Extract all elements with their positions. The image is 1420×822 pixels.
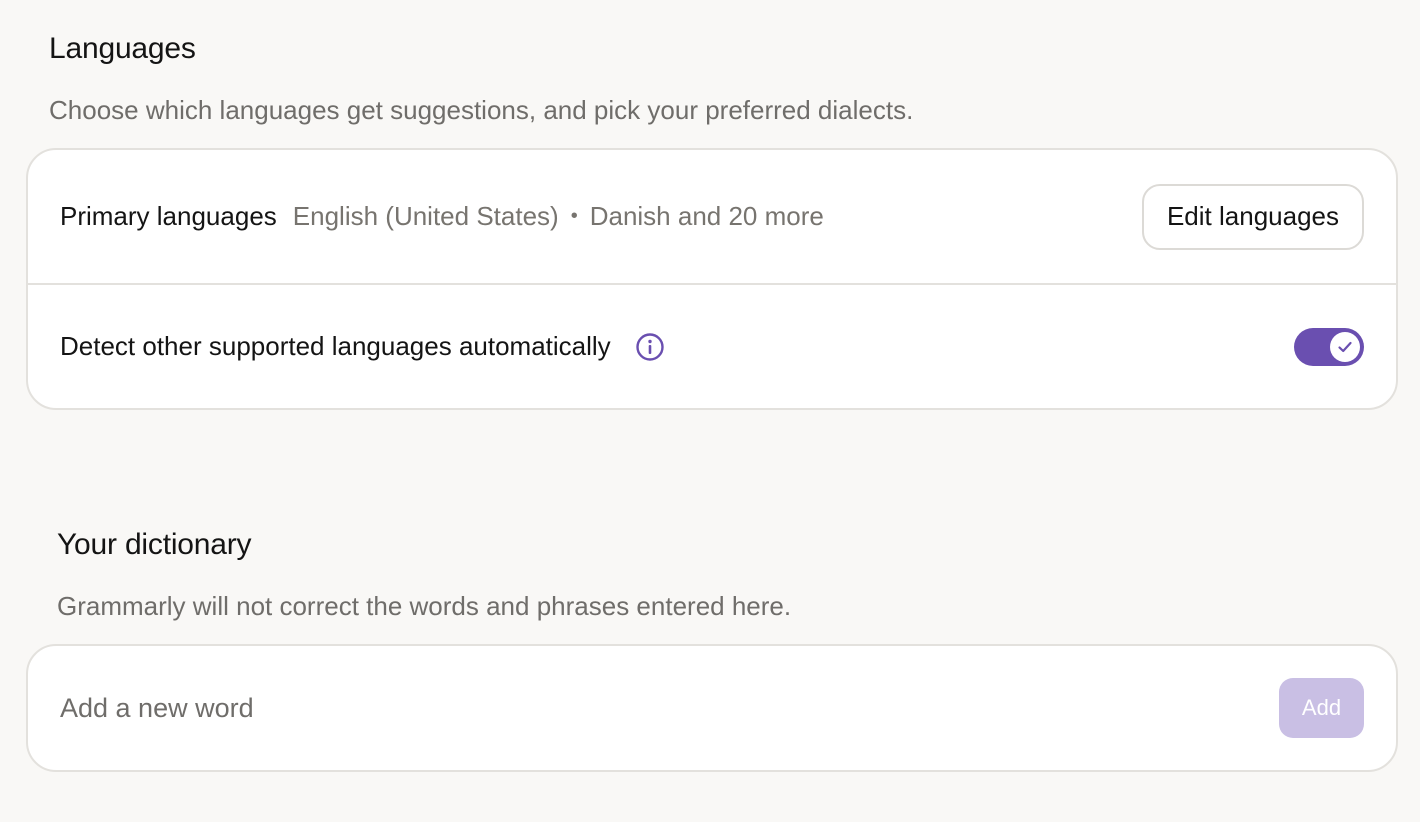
- languages-card: Primary languages English (United States…: [26, 148, 1398, 410]
- languages-title: Languages: [49, 32, 196, 65]
- toggle-knob: [1330, 331, 1360, 362]
- add-word-input[interactable]: [60, 692, 1279, 724]
- edit-languages-button[interactable]: Edit languages: [1141, 183, 1364, 250]
- detect-languages-row: Detect other supported languages automat…: [28, 283, 1396, 408]
- info-icon[interactable]: [635, 332, 665, 362]
- checkmark-icon: [1338, 341, 1352, 352]
- add-word-button[interactable]: Add: [1279, 678, 1364, 738]
- languages-subtitle: Choose which languages get suggestions, …: [49, 95, 914, 125]
- detect-languages-label: Detect other supported languages automat…: [60, 331, 611, 361]
- detect-languages-toggle[interactable]: [1294, 327, 1364, 366]
- separator-dot: •: [570, 205, 578, 227]
- additional-languages-value: Danish and 20 more: [589, 201, 824, 231]
- dictionary-card: Add: [26, 644, 1398, 772]
- primary-languages-label: Primary languages: [60, 201, 277, 231]
- add-word-row: Add: [28, 646, 1396, 770]
- dictionary-title: Your dictionary: [57, 528, 252, 561]
- primary-language-value: English (United States): [292, 201, 559, 231]
- dictionary-subtitle: Grammarly will not correct the words and…: [57, 591, 792, 621]
- primary-languages-row: Primary languages English (United States…: [28, 150, 1396, 283]
